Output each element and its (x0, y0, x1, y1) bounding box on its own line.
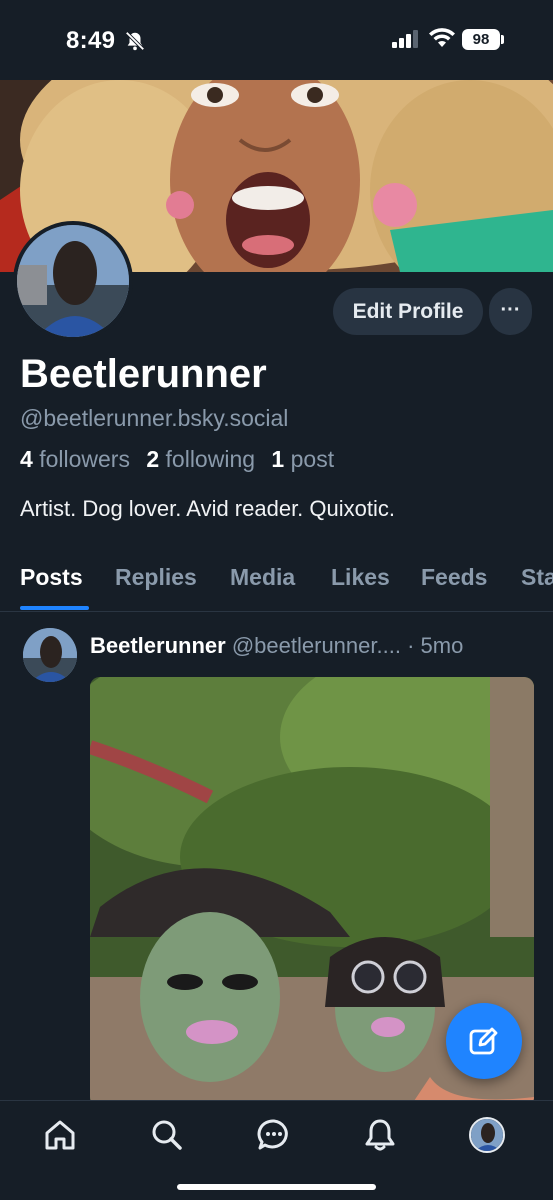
post-timestamp: · 5mo (407, 633, 464, 658)
followers-link[interactable]: 4 followers (20, 446, 130, 472)
home-icon[interactable] (42, 1117, 78, 1153)
search-icon[interactable] (149, 1117, 185, 1153)
tab-starter-packs[interactable]: Sta (521, 564, 553, 591)
profile-avatar[interactable] (13, 221, 133, 341)
status-bar: 8:49 98 (0, 0, 553, 80)
post-avatar-image (23, 628, 77, 682)
compose-post-button[interactable] (446, 1003, 522, 1079)
chat-icon[interactable] (256, 1117, 292, 1153)
post-author-avatar[interactable] (23, 628, 77, 682)
following-label: following (165, 446, 256, 472)
bell-off-icon (125, 31, 145, 51)
profile-bio: Artist. Dog lover. Avid reader. Quixotic… (20, 496, 395, 521)
profile-avatar[interactable] (469, 1117, 505, 1153)
tab-media[interactable]: Media (230, 564, 295, 591)
profile-screen: 8:49 98 Edit Profile ··· Beetlerunner @b… (0, 0, 553, 1200)
followers-count: 4 (20, 446, 33, 472)
following-link[interactable]: 2 following (146, 446, 255, 472)
posts-stat: 1 post (271, 446, 334, 472)
tab-feeds[interactable]: Feeds (421, 564, 487, 591)
posts-count: 1 (271, 446, 285, 472)
battery-icon: 98 (462, 29, 500, 50)
tab-replies[interactable]: Replies (115, 564, 197, 591)
bell-icon[interactable] (362, 1117, 398, 1153)
compose-icon (469, 1027, 498, 1055)
avatar-image (17, 225, 129, 337)
display-name: Beetlerunner (20, 352, 267, 396)
posts-label: post (290, 446, 335, 472)
post-author-name[interactable]: Beetlerunner (90, 633, 226, 658)
post-author-handle[interactable]: @beetlerunner.... (232, 633, 401, 658)
profile-stats: 4 followers 2 following 1 post (20, 446, 334, 473)
home-indicator[interactable] (177, 1184, 376, 1190)
status-time: 8:49 (66, 27, 116, 54)
battery-tip (501, 35, 504, 44)
wifi-icon (429, 28, 455, 47)
profile-tabs: Posts Replies Media Likes Feeds Sta (0, 560, 553, 612)
tab-likes[interactable]: Likes (331, 564, 390, 591)
nav-avatar-image (471, 1119, 503, 1151)
followers-label: followers (39, 446, 130, 472)
signal-icon (392, 30, 418, 48)
post-header: Beetlerunner @beetlerunner.... · 5mo (90, 633, 463, 659)
active-tab-indicator (20, 606, 89, 610)
following-count: 2 (146, 446, 160, 472)
profile-handle: @beetlerunner.bsky.social (20, 405, 289, 431)
edit-profile-button[interactable]: Edit Profile (333, 288, 483, 335)
more-options-button[interactable]: ··· (489, 288, 532, 335)
tab-posts[interactable]: Posts (20, 564, 83, 591)
